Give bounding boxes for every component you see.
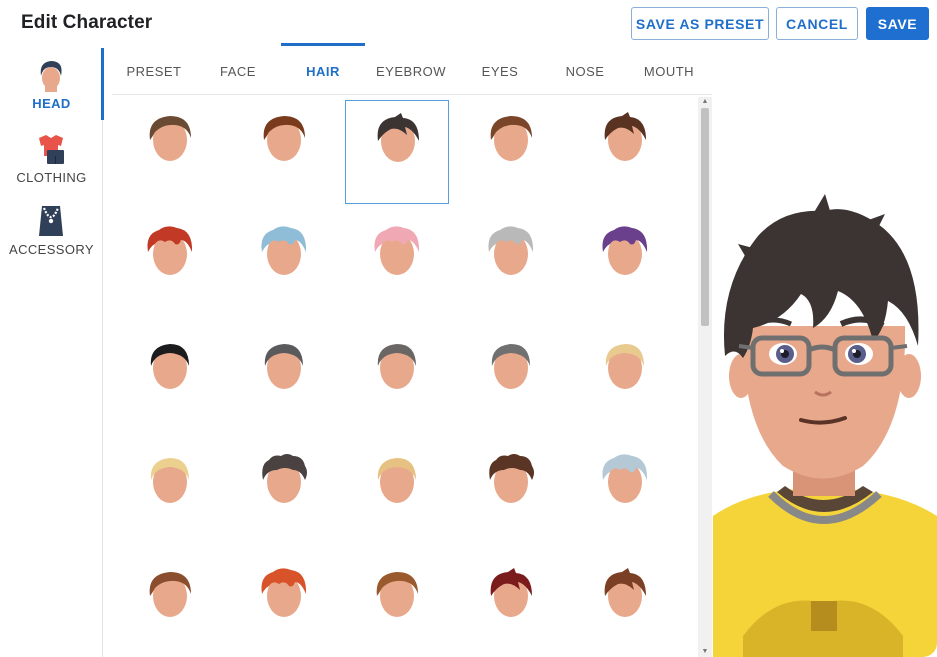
hair-option[interactable]: [345, 328, 449, 432]
save-button[interactable]: SAVE: [866, 7, 929, 40]
hair-option[interactable]: [573, 556, 677, 657]
hair-option[interactable]: [118, 214, 222, 318]
hair-option[interactable]: [573, 442, 677, 546]
hair-preview-icon: [376, 572, 418, 617]
hair-preview-icon: [602, 454, 648, 503]
hair-preview-icon: [604, 568, 646, 617]
tab-eyebrow[interactable]: EYEBROW: [369, 48, 453, 94]
hair-preview-icon: [374, 226, 420, 275]
hair-option[interactable]: [232, 100, 336, 204]
feature-tabs: PRESET FACE HAIR EYEBROW EYES NOSE MOUTH: [112, 48, 712, 95]
tab-nose[interactable]: NOSE: [543, 48, 627, 94]
category-sidebar: HEAD CLOTHING ACCESSORY: [0, 48, 104, 657]
hair-option[interactable]: [573, 328, 677, 432]
hair-preview-icon: [261, 568, 307, 617]
hair-option[interactable]: [118, 442, 222, 546]
hair-option[interactable]: [345, 442, 449, 546]
tab-hair[interactable]: HAIR: [281, 48, 365, 94]
necklace-icon: [39, 206, 63, 236]
hair-preview-icon: [602, 226, 648, 275]
scrollbar-thumb[interactable]: [701, 108, 709, 326]
hair-options-grid: [112, 97, 698, 657]
hair-option[interactable]: [118, 328, 222, 432]
hair-option[interactable]: [345, 214, 449, 318]
hair-preview-icon: [604, 112, 646, 161]
hair-option[interactable]: [459, 100, 563, 204]
hair-preview-icon: [490, 116, 532, 161]
save-as-preset-button[interactable]: SAVE AS PRESET: [631, 7, 769, 40]
hair-preview-icon: [377, 458, 416, 503]
hair-preview-icon: [149, 116, 191, 161]
sidebar-item-label: CLOTHING: [16, 170, 87, 185]
grid-scrollbar[interactable]: ▲ ▼: [698, 97, 712, 657]
active-tab-underline: [281, 43, 365, 46]
hair-option[interactable]: [573, 214, 677, 318]
hair-option[interactable]: [345, 556, 449, 657]
hair-preview-icon: [490, 568, 532, 617]
sidebar-item-accessory[interactable]: ACCESSORY: [0, 194, 103, 264]
tab-mouth[interactable]: MOUTH: [627, 48, 711, 94]
hair-option[interactable]: [232, 556, 336, 657]
hair-option[interactable]: [345, 100, 449, 204]
hair-preview-icon: [377, 113, 419, 162]
hair-preview-icon: [488, 226, 534, 275]
hair-preview-icon: [263, 116, 305, 161]
hair-option[interactable]: [459, 214, 563, 318]
hair-option[interactable]: [573, 100, 677, 204]
sidebar-item-label: ACCESSORY: [9, 242, 94, 257]
tab-eyes[interactable]: EYES: [458, 48, 542, 94]
dialog-title: Edit Character: [21, 12, 153, 33]
hair-preview-icon: [489, 454, 534, 503]
hair-preview-icon: [377, 344, 416, 389]
hair-option[interactable]: [459, 442, 563, 546]
hair-preview-icon: [491, 344, 530, 389]
hair-preview-icon: [149, 572, 191, 617]
edit-character-dialog: Edit Character SAVE AS PRESET CANCEL SAV…: [0, 0, 937, 657]
hair-preview-icon: [150, 344, 189, 389]
hair-option[interactable]: [459, 328, 563, 432]
hair-preview-icon: [150, 458, 189, 503]
character-preview: [713, 96, 937, 657]
hair-preview-icon: [605, 344, 644, 389]
hair-preview-icon: [264, 344, 303, 389]
hair-preview-icon: [262, 454, 307, 503]
hair-option[interactable]: [118, 100, 222, 204]
hair-option[interactable]: [232, 214, 336, 318]
scroll-up-arrow-icon[interactable]: ▲: [698, 97, 712, 107]
hair-option[interactable]: [232, 328, 336, 432]
cancel-button[interactable]: CANCEL: [776, 7, 858, 40]
tab-face[interactable]: FACE: [196, 48, 280, 94]
sidebar-item-label: HEAD: [32, 96, 71, 111]
hair-option[interactable]: [232, 442, 336, 546]
sidebar-item-head[interactable]: HEAD: [0, 48, 104, 120]
scroll-down-arrow-icon[interactable]: ▼: [698, 647, 712, 657]
hair-option[interactable]: [459, 556, 563, 657]
hair-preview-icon: [261, 226, 307, 275]
tab-preset[interactable]: PRESET: [112, 48, 196, 94]
head-icon: [40, 61, 62, 92]
dialog-header: Edit Character SAVE AS PRESET CANCEL SAV…: [0, 0, 937, 48]
hair-option[interactable]: [118, 556, 222, 657]
sidebar-item-clothing[interactable]: CLOTHING: [0, 122, 103, 192]
clothing-icon: [39, 135, 64, 164]
character-avatar: [713, 194, 937, 657]
hair-preview-icon: [147, 226, 193, 275]
